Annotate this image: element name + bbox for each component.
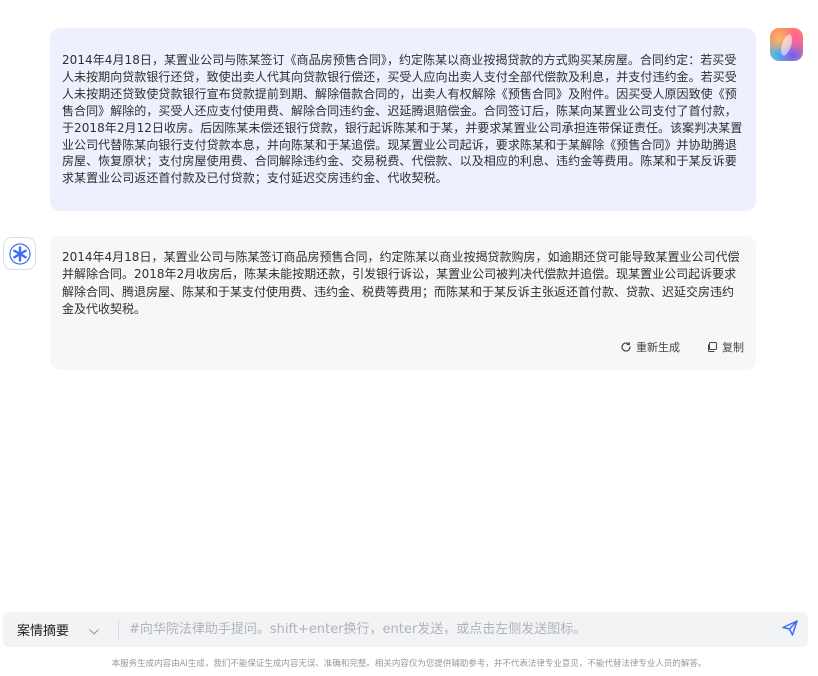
chevron-down-icon: [89, 620, 99, 639]
user-avatar: [770, 28, 803, 61]
mode-select-label: 案情摘要: [17, 624, 70, 639]
copy-label: 复制: [722, 341, 744, 354]
regenerate-label: 重新生成: [636, 341, 680, 354]
send-icon: [781, 619, 799, 641]
regenerate-button[interactable]: 重新生成: [620, 339, 680, 355]
user-message-bubble: 2014年4月18日，某置业公司与陈某签订《商品房预售合同》，约定陈某以商业按揭…: [50, 28, 756, 211]
copy-button[interactable]: 复制: [706, 339, 744, 355]
send-button[interactable]: [772, 612, 808, 647]
asterisk-logo-icon: [3, 237, 36, 270]
prompt-input[interactable]: [119, 612, 772, 647]
user-message-text: 2014年4月18日，某置业公司与陈某签订《商品房预售合同》，约定陈某以商业按揭…: [62, 53, 743, 186]
refresh-icon: [620, 341, 632, 353]
copy-icon: [706, 341, 718, 353]
message-actions: 重新生成 复制: [620, 339, 744, 355]
mode-select[interactable]: 案情摘要: [3, 612, 118, 647]
chat-input-bar: 案情摘要: [3, 612, 808, 647]
assistant-message-bubble: 2014年4月18日，某置业公司与陈某签订商品房预售合同，约定陈某以商业按揭贷款…: [50, 236, 756, 370]
assistant-message-text: 2014年4月18日，某置业公司与陈某签订商品房预售合同，约定陈某以商业按揭贷款…: [62, 250, 740, 316]
chat-page: 2014年4月18日，某置业公司与陈某签订《商品房预售合同》，约定陈某以商业按揭…: [0, 0, 818, 676]
footer-disclaimer: 本服务生成内容由AI生成，我们不能保证生成内容无误、准确和完整。相关内容仅为您提…: [111, 659, 707, 669]
